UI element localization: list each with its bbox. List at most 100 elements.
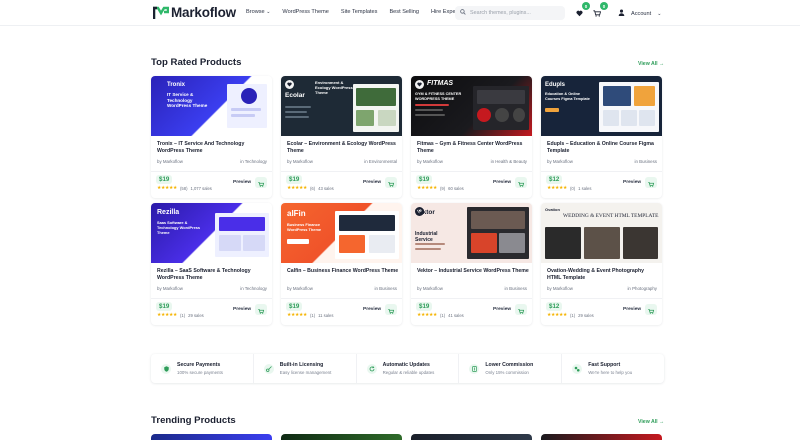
product-thumbnail[interactable]: Edupls Education & Online Courses Figma … <box>541 76 662 136</box>
product-title[interactable]: Rezilla – SaaS Software & Technology Wor… <box>157 268 269 283</box>
add-to-cart-button[interactable] <box>385 177 397 188</box>
product-title[interactable]: Ovation-Wedding & Event Photography HTML… <box>547 268 659 283</box>
cart-icon <box>518 301 525 319</box>
add-to-cart-button[interactable] <box>645 177 657 188</box>
rating-count: (9) <box>440 186 446 191</box>
add-to-cart-button[interactable] <box>645 304 657 315</box>
feature-item: Built-in Licensing Easy license managemen… <box>254 354 357 383</box>
thumb-logo: FITMAS <box>427 80 454 87</box>
cart-icon <box>648 174 655 192</box>
product-thumbnail[interactable]: Ecolar Environment & Ecology WordPress T… <box>281 76 402 136</box>
wishlist-button[interactable]: 0 <box>572 2 590 20</box>
thumb-subtitle: WEDDING & EVENT HTML TEMPLATE <box>563 213 659 219</box>
thumb-subtitle: Environment & Ecology WordPress Theme <box>315 80 353 95</box>
product-author[interactable]: by Markoflow <box>157 159 183 164</box>
product-rating: ★★★★★ (6) 43 sales <box>287 186 334 191</box>
product-author[interactable]: by Markoflow <box>417 286 443 291</box>
product-category[interactable]: in Technology <box>240 159 267 164</box>
product-title[interactable]: Vektor – Industrial Service WordPress Th… <box>417 268 529 275</box>
product-meta: by Markoflow in Business <box>547 159 657 164</box>
preview-button[interactable]: Preview <box>623 180 641 185</box>
product-category[interactable]: in Business <box>505 286 527 291</box>
rating-count: (1) <box>570 313 576 318</box>
nav-site-templates[interactable]: Site Templates <box>341 9 378 15</box>
product-title[interactable]: Fitmas – Gym & Fitness Center WordPress … <box>417 141 529 156</box>
product-card[interactable]: Vektor Industrial Service Vektor – Indus… <box>411 203 532 325</box>
product-card[interactable]: FITMAS GYM & FITNESS CENTER WORDPRESS TH… <box>411 76 532 198</box>
product-author[interactable]: by Markoflow <box>547 159 573 164</box>
product-thumbnail[interactable] <box>411 434 532 440</box>
preview-button[interactable]: Preview <box>493 307 511 312</box>
product-title[interactable]: Ecolar – Environment & Ecology WordPress… <box>287 141 399 156</box>
nav-best-selling[interactable]: Best Selling <box>389 9 419 15</box>
product-author[interactable]: by Markoflow <box>287 159 313 164</box>
user-icon <box>618 9 625 18</box>
product-thumbnail[interactable]: Ovation WEDDING & EVENT HTML TEMPLATE <box>541 203 662 263</box>
product-card[interactable]: Tronix IT Service & Technology WordPress… <box>151 76 272 198</box>
product-meta: by Markoflow in Technology <box>157 159 267 164</box>
product-thumbnail[interactable] <box>151 434 272 440</box>
preview-button[interactable]: Preview <box>233 307 251 312</box>
product-thumbnail[interactable]: Rezilla Saas Software & Technology WordP… <box>151 203 272 263</box>
product-author[interactable]: by Markoflow <box>547 286 573 291</box>
add-to-cart-button[interactable] <box>515 304 527 315</box>
product-title[interactable]: Edupls – Education & Online Course Figma… <box>547 141 659 156</box>
product-card[interactable]: alFin Business Finance WordPress Theme C… <box>281 203 402 325</box>
preview-button[interactable]: Preview <box>363 180 381 185</box>
add-to-cart-button[interactable] <box>515 177 527 188</box>
nav-browse[interactable]: Browse ⌄ <box>246 9 270 15</box>
account-menu[interactable]: Account ⌄ <box>618 9 661 18</box>
product-thumbnail[interactable] <box>281 434 402 440</box>
product-meta: by Markoflow in Business <box>287 286 397 291</box>
product-title[interactable]: Calfin – Business Finance WordPress Them… <box>287 268 399 275</box>
cart-button[interactable]: 0 <box>590 2 608 20</box>
preview-button[interactable]: Preview <box>493 180 511 185</box>
dollar-icon <box>469 363 480 374</box>
product-thumbnail[interactable]: Vektor Industrial Service <box>411 203 532 263</box>
star-rating-icon: ★★★★★ <box>287 186 308 191</box>
product-thumbnail[interactable]: alFin Business Finance WordPress Theme <box>281 203 402 263</box>
rating-count: (0) <box>570 186 576 191</box>
product-thumbnail[interactable]: Tronix IT Service & Technology WordPress… <box>151 76 272 136</box>
feature-title: Secure Payments <box>177 362 221 368</box>
preview-button[interactable]: Preview <box>233 180 251 185</box>
product-category[interactable]: in Health & Beauty <box>491 159 527 164</box>
favorite-icon[interactable] <box>415 80 424 89</box>
product-author[interactable]: by Markoflow <box>287 286 313 291</box>
nav-wordpress-theme[interactable]: WordPress Theme <box>282 9 328 15</box>
top-rated-view-all-link[interactable]: View All → <box>638 61 664 67</box>
product-price: $19 <box>156 302 173 311</box>
product-card[interactable]: Rezilla Saas Software & Technology WordP… <box>151 203 272 325</box>
preview-button[interactable]: Preview <box>623 307 641 312</box>
feature-item: Lower Commission Only 15% commission <box>459 354 563 383</box>
product-category[interactable]: in Environmental <box>364 159 397 164</box>
add-to-cart-button[interactable] <box>385 304 397 315</box>
product-card[interactable]: Ovation WEDDING & EVENT HTML TEMPLATE Ov… <box>541 203 662 325</box>
product-author[interactable]: by Markoflow <box>157 286 183 291</box>
product-card[interactable]: Ecolar Environment & Ecology WordPress T… <box>281 76 402 198</box>
cart-count-badge: 0 <box>600 2 608 10</box>
top-navigation-bar: Markoflow Browse ⌄ WordPress Theme Site … <box>0 0 800 26</box>
thumb-logo: alFin <box>287 209 306 218</box>
add-to-cart-button[interactable] <box>255 304 267 315</box>
product-category[interactable]: in Technology <box>240 286 267 291</box>
add-to-cart-button[interactable] <box>255 177 267 188</box>
product-thumbnail[interactable] <box>541 434 662 440</box>
support-icon <box>572 363 583 374</box>
product-category[interactable]: in Business <box>375 286 397 291</box>
product-card[interactable]: Edupls Education & Online Courses Figma … <box>541 76 662 198</box>
product-thumbnail[interactable]: FITMAS GYM & FITNESS CENTER WORDPRESS TH… <box>411 76 532 136</box>
trending-view-all-link[interactable]: View All → <box>638 419 664 425</box>
product-category[interactable]: in Business <box>635 159 657 164</box>
star-rating-icon: ★★★★★ <box>417 313 438 318</box>
search-input[interactable]: Search themes, plugins... <box>455 6 565 20</box>
product-category[interactable]: in Photography <box>627 286 657 291</box>
product-author[interactable]: by Markoflow <box>417 159 443 164</box>
preview-button[interactable]: Preview <box>363 307 381 312</box>
logo[interactable]: Markoflow <box>152 5 236 20</box>
divider <box>541 298 662 299</box>
product-title[interactable]: Tronix – IT Service And Technology WordP… <box>157 141 269 156</box>
thumb-subtitle: Education & Online Courses Figma Templat… <box>545 92 590 101</box>
favorite-icon[interactable] <box>285 80 294 89</box>
sales-count: 1 sales <box>578 186 592 191</box>
